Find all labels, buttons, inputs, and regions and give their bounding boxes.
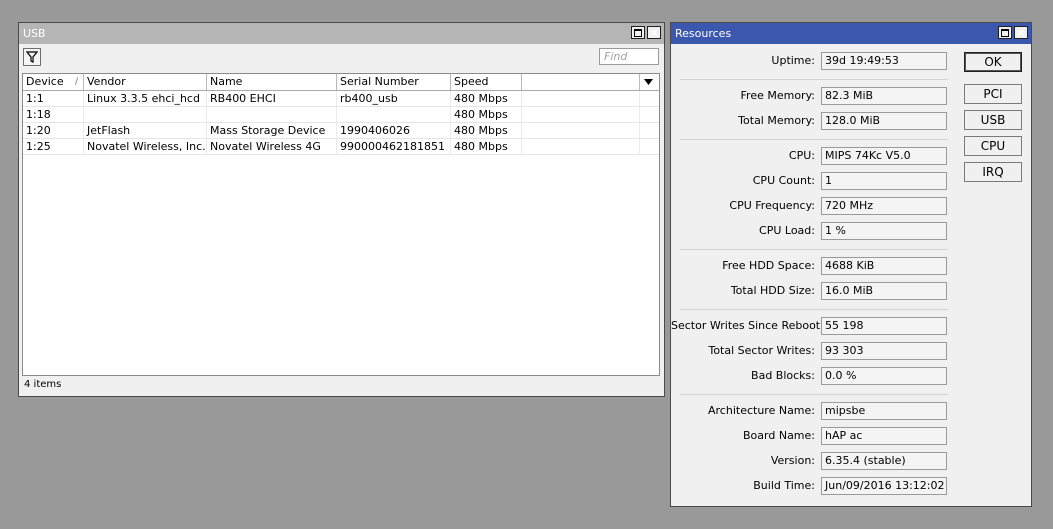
field-value[interactable]: 39d 19:49:53	[821, 52, 947, 70]
resources-window-title: Resources	[675, 27, 732, 40]
pci-button[interactable]: PCI	[964, 84, 1022, 104]
cell-speed: 480 Mbps	[451, 139, 522, 154]
table-row[interactable]: 1:1 Linux 3.3.5 ehci_hcd RB400 EHCI rb40…	[23, 91, 659, 107]
separator	[680, 79, 948, 80]
cell-device: 1:25	[23, 139, 84, 154]
field-label: Uptime:	[771, 54, 815, 67]
usb-button[interactable]: USB	[964, 110, 1022, 130]
cell-speed: 480 Mbps	[451, 91, 522, 106]
separator	[680, 139, 948, 140]
cell-device: 1:18	[23, 107, 84, 122]
column-menu-button[interactable]	[640, 74, 657, 90]
field-label: Free Memory:	[740, 89, 815, 102]
cell-serial	[337, 107, 451, 122]
cell-device: 1:1	[23, 91, 84, 106]
field-label: Version:	[770, 454, 815, 467]
cell-empty	[522, 107, 640, 122]
cell-name	[207, 107, 337, 122]
field-value[interactable]: 55 198	[821, 317, 947, 335]
cell-speed: 480 Mbps	[451, 107, 522, 122]
irq-button[interactable]: IRQ	[964, 162, 1022, 182]
resources-window: Resources × Uptime: 39d 19:49:53 Free Me…	[670, 22, 1032, 507]
field-value[interactable]: mipsbe	[821, 402, 947, 420]
field-value[interactable]: Jun/09/2016 13:12:02	[821, 477, 947, 495]
cell-vendor	[84, 107, 207, 122]
column-header-speed[interactable]: Speed	[451, 74, 522, 90]
field-label: CPU Load:	[759, 224, 815, 237]
cell-device: 1:20	[23, 123, 84, 138]
field-label: Total Sector Writes:	[708, 344, 815, 357]
cell-vendor: Linux 3.3.5 ehci_hcd	[84, 91, 207, 106]
cpu-button[interactable]: CPU	[964, 136, 1022, 156]
ok-button[interactable]: OK	[964, 52, 1022, 72]
field-label: Sector Writes Since Reboot:	[671, 319, 824, 332]
find-input[interactable]	[599, 48, 659, 65]
table-row[interactable]: 1:25 Novatel Wireless, Inc. Novatel Wire…	[23, 139, 659, 155]
field-value[interactable]: hAP ac	[821, 427, 947, 445]
column-header-device[interactable]: Device /	[23, 74, 84, 90]
filter-icon[interactable]	[23, 48, 41, 66]
field-value[interactable]: 0.0 %	[821, 367, 947, 385]
cell-serial: 1990406026	[337, 123, 451, 138]
maximize-icon[interactable]	[631, 26, 645, 39]
field-label: Free HDD Space:	[722, 259, 815, 272]
separator	[680, 309, 948, 310]
cell-vendor: Novatel Wireless, Inc.	[84, 139, 207, 154]
field-label: Board Name:	[743, 429, 815, 442]
field-value[interactable]: 16.0 MiB	[821, 282, 947, 300]
field-value[interactable]: 4688 KiB	[821, 257, 947, 275]
table-row[interactable]: 1:20 JetFlash Mass Storage Device 199040…	[23, 123, 659, 139]
field-label: CPU:	[788, 149, 815, 162]
column-header-name[interactable]: Name	[207, 74, 337, 90]
field-value[interactable]: 1 %	[821, 222, 947, 240]
cell-speed: 480 Mbps	[451, 123, 522, 138]
field-label: Total HDD Size:	[730, 284, 815, 297]
cell-empty	[522, 123, 640, 138]
maximize-icon[interactable]	[998, 26, 1012, 39]
field-label: CPU Frequency:	[729, 199, 815, 212]
field-value[interactable]: 128.0 MiB	[821, 112, 947, 130]
field-label: CPU Count:	[752, 174, 815, 187]
field-value[interactable]: MIPS 74Kc V5.0	[821, 147, 947, 165]
field-value[interactable]: 1	[821, 172, 947, 190]
column-header-vendor[interactable]: Vendor	[84, 74, 207, 90]
column-header-serial-number[interactable]: Serial Number	[337, 74, 451, 90]
field-label: Bad Blocks:	[751, 369, 815, 382]
cell-name: Novatel Wireless 4G	[207, 139, 337, 154]
cell-serial: 990000462181851	[337, 139, 451, 154]
cell-name: Mass Storage Device	[207, 123, 337, 138]
cell-empty	[522, 139, 640, 154]
cell-empty	[522, 91, 640, 106]
usb-window-title: USB	[23, 27, 46, 40]
close-icon[interactable]: ×	[647, 26, 661, 39]
item-count-status: 4 items	[24, 379, 62, 390]
resources-titlebar[interactable]: Resources ×	[671, 23, 1031, 44]
field-value[interactable]: 93 303	[821, 342, 947, 360]
close-icon[interactable]: ×	[1014, 26, 1028, 39]
field-label: Build Time:	[753, 479, 815, 492]
sort-indicator: /	[74, 77, 78, 87]
usb-titlebar[interactable]: USB ×	[19, 23, 664, 44]
column-header-empty	[522, 74, 640, 90]
field-label: Total Memory:	[738, 114, 815, 127]
separator	[680, 394, 948, 395]
separator	[680, 249, 948, 250]
table-row[interactable]: 1:18 480 Mbps	[23, 107, 659, 123]
field-value[interactable]: 720 MHz	[821, 197, 947, 215]
usb-device-table: Device / Vendor Name Serial Number Speed …	[22, 73, 660, 376]
field-value[interactable]: 82.3 MiB	[821, 87, 947, 105]
cell-serial: rb400_usb	[337, 91, 451, 106]
usb-window: USB × Device/ Vendor Name Serial Number …	[18, 22, 665, 397]
cell-vendor: JetFlash	[84, 123, 207, 138]
chevron-down-icon	[644, 79, 653, 85]
cell-name: RB400 EHCI	[207, 91, 337, 106]
usb-toolbar	[19, 44, 664, 72]
field-label: Architecture Name:	[708, 404, 815, 417]
field-value[interactable]: 6.35.4 (stable)	[821, 452, 947, 470]
table-header: Device / Vendor Name Serial Number Speed	[23, 74, 659, 91]
